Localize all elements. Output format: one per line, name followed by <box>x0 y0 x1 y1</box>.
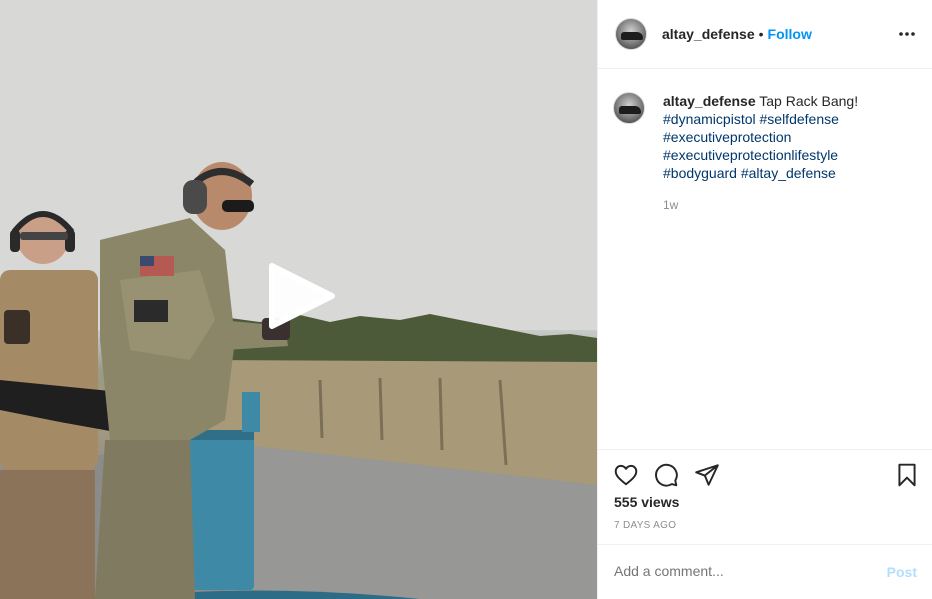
post-date[interactable]: 7 DAYS AGO <box>614 520 676 531</box>
post-comment-button[interactable]: Post <box>887 564 917 580</box>
hashtag-link[interactable]: #executiveprotectionlifestyle <box>663 147 838 163</box>
caption-body: altay_defense Tap Rack Bang! #dynamicpis… <box>663 92 932 214</box>
caption-timestamp[interactable]: 1w <box>663 196 932 214</box>
bookmark-icon[interactable] <box>894 462 920 488</box>
hashtag-link[interactable]: #bodyguard <box>663 165 737 181</box>
views-count[interactable]: 555 views <box>614 494 679 510</box>
comment-form: Post <box>598 544 932 599</box>
more-horizontal-icon[interactable] <box>898 25 916 43</box>
header-username[interactable]: altay_defense <box>662 26 755 42</box>
paper-plane-icon[interactable] <box>694 462 720 488</box>
caption-avatar[interactable] <box>613 92 645 124</box>
follow-button[interactable]: Follow <box>768 26 812 42</box>
hashtag-link[interactable]: #selfdefense <box>760 111 839 127</box>
post-video[interactable] <box>0 0 597 599</box>
comment-icon[interactable] <box>653 462 679 488</box>
separator-dot: • <box>758 26 764 42</box>
caption: altay_defense Tap Rack Bang! #dynamicpis… <box>613 92 932 214</box>
comment-input[interactable] <box>614 563 864 579</box>
hashtag-link[interactable]: #dynamicpistol <box>663 111 756 127</box>
hashtag-link[interactable]: #executiveprotection <box>663 129 791 145</box>
caption-username[interactable]: altay_defense <box>663 93 756 109</box>
play-icon[interactable] <box>266 262 336 330</box>
heart-icon[interactable] <box>613 462 639 488</box>
caption-text: Tap Rack Bang! <box>759 93 859 109</box>
post-header: altay_defense • Follow <box>598 0 932 69</box>
post-side-panel: altay_defense • Follow altay_defense Tap… <box>597 0 932 599</box>
hashtag-link[interactable]: #altay_defense <box>741 165 836 181</box>
comments-area[interactable]: altay_defense Tap Rack Bang! #dynamicpis… <box>598 70 932 448</box>
action-bar: 555 views 7 DAYS AGO <box>598 449 932 544</box>
avatar[interactable] <box>615 18 647 50</box>
